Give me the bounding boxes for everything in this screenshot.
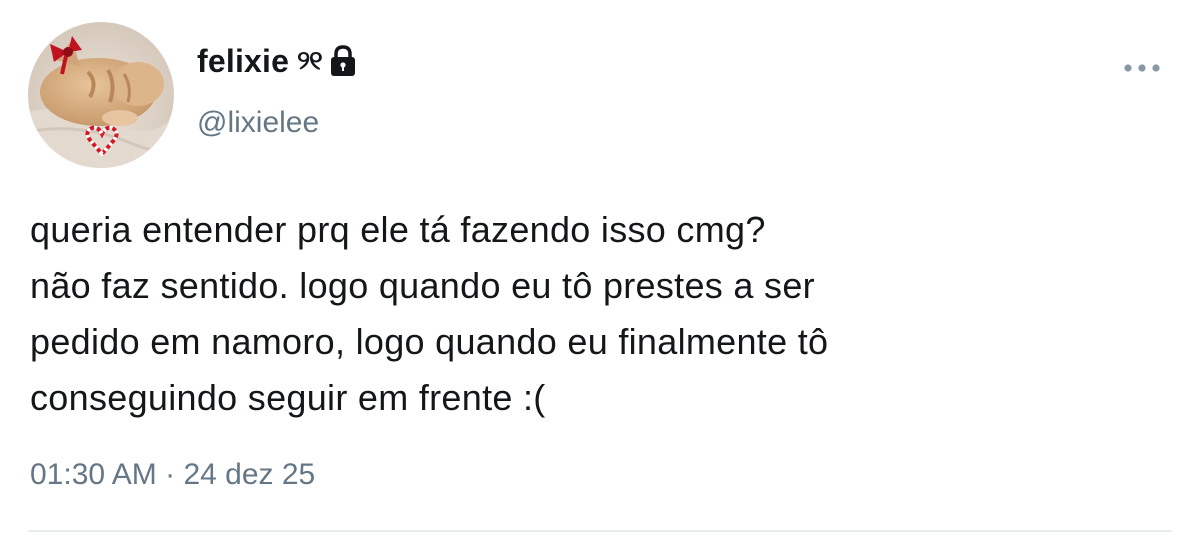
- tweet-text: queria entender prq ele tá fazendo isso …: [30, 209, 829, 418]
- more-options-icon[interactable]: [1122, 58, 1162, 78]
- user-handle[interactable]: @lixielee: [197, 106, 319, 140]
- divider: [28, 530, 1172, 532]
- lock-icon: [328, 44, 358, 78]
- avatar[interactable]: [28, 22, 174, 168]
- name-row: felixie ୨୧: [197, 40, 358, 82]
- display-name[interactable]: felixie: [197, 43, 289, 80]
- name-emoji: ୨୧: [297, 45, 322, 75]
- tweet-timestamp[interactable]: 01:30 AM · 24 dez 25: [30, 458, 315, 492]
- meta-separator: ·: [165, 458, 184, 491]
- avatar-image: [28, 22, 174, 168]
- tweet-date: 24 dez 25: [183, 458, 316, 491]
- tweet-time: 01:30 AM: [30, 458, 157, 491]
- tweet-card: felixie ୨୧ @lixielee queria entender prq…: [0, 0, 1200, 536]
